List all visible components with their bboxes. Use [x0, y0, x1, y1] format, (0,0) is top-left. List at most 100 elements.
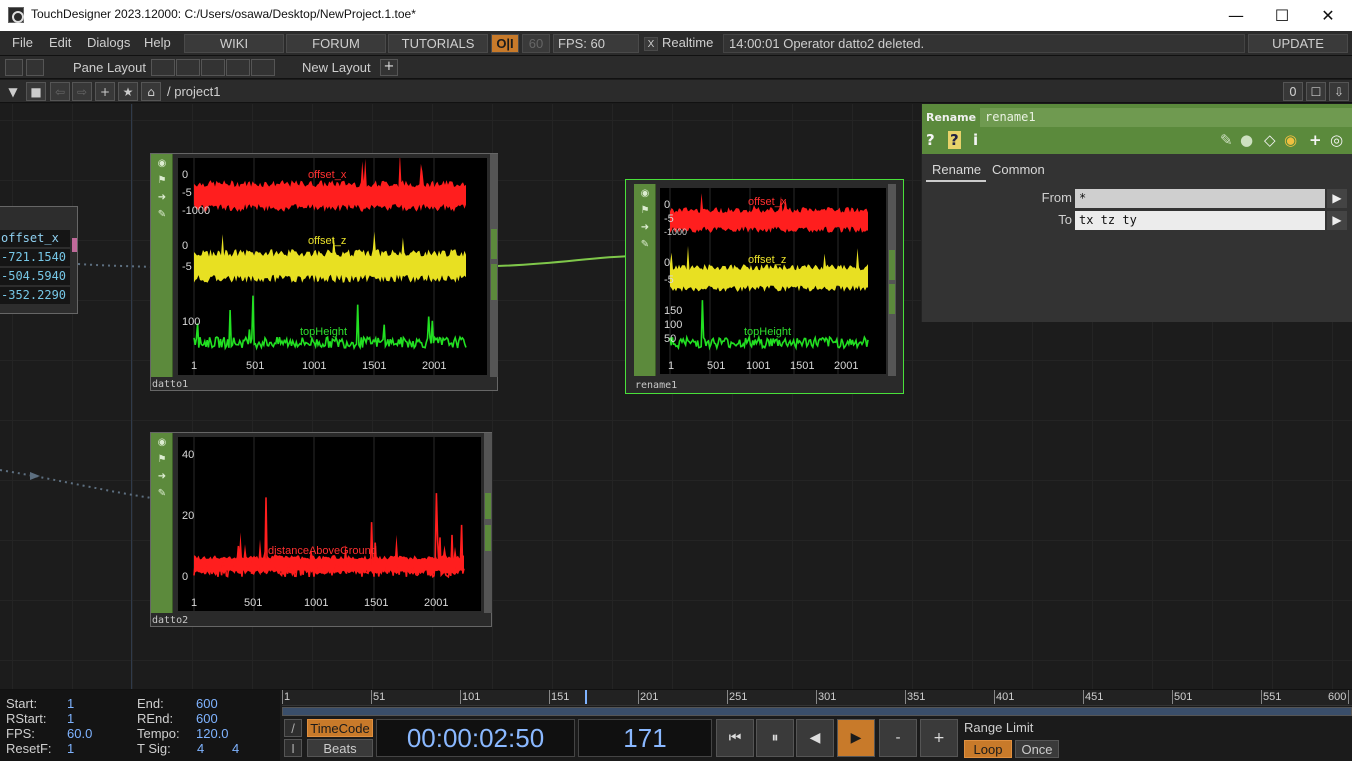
timecode-display[interactable]: 00:00:02:50: [376, 719, 575, 757]
from-field[interactable]: *: [1075, 189, 1325, 208]
viewer-toggle-icon[interactable]: ◉: [156, 158, 168, 170]
update-button[interactable]: UPDATE: [1248, 34, 1348, 53]
fps-value[interactable]: 60.0: [67, 726, 92, 741]
info-icon[interactable]: i: [973, 131, 978, 149]
perform-toggle-button[interactable]: O|I: [491, 34, 519, 53]
tempo-value[interactable]: 120.0: [196, 726, 229, 741]
pipe-button[interactable]: I: [284, 739, 302, 757]
pause-icon[interactable]: ⏸: [756, 719, 794, 757]
wiki-button[interactable]: WIKI: [184, 34, 284, 53]
end-value[interactable]: 600: [196, 696, 218, 711]
viewer-toggle-icon[interactable]: ◉: [639, 188, 651, 200]
tag-icon[interactable]: ◇: [1264, 131, 1276, 149]
from-menu-arrow-icon[interactable]: ▶: [1327, 189, 1347, 208]
slash-button[interactable]: /: [284, 719, 302, 737]
pane-type-icon[interactable]: [5, 59, 23, 76]
node-name[interactable]: datto1: [152, 379, 188, 390]
output-connector[interactable]: [889, 250, 895, 280]
bookmark-star-icon[interactable]: ★: [118, 82, 138, 101]
output-connector[interactable]: [491, 264, 497, 300]
node-rename1[interactable]: ◉ ⚑ ➜ ✎ offset_x offset_z topHeight 0 -5…: [625, 179, 904, 394]
target-icon[interactable]: ◎: [1330, 131, 1343, 149]
add-param-icon[interactable]: +: [1309, 131, 1322, 149]
fps-cap-box[interactable]: 60: [522, 34, 550, 53]
tab-common[interactable]: Common: [992, 162, 1045, 177]
menu-help[interactable]: Help: [144, 35, 171, 50]
lock-icon[interactable]: ✎: [639, 239, 651, 251]
output-connector[interactable]: [72, 238, 77, 252]
layout-three-icon[interactable]: [226, 59, 250, 76]
node-name[interactable]: datto2: [152, 615, 188, 626]
step-minus-button[interactable]: -: [879, 719, 917, 757]
realtime-checkbox[interactable]: X: [644, 37, 658, 51]
back-icon[interactable]: ⇦: [50, 82, 70, 101]
menu-file[interactable]: File: [12, 35, 33, 50]
layout-split-h-icon[interactable]: [201, 59, 225, 76]
tutorials-button[interactable]: TUTORIALS: [388, 34, 488, 53]
menu-dialogs[interactable]: Dialogs: [87, 35, 130, 50]
viewer-toggle-icon[interactable]: ◉: [156, 437, 168, 449]
download-icon[interactable]: ⇩: [1329, 82, 1349, 101]
tsig-denominator[interactable]: 4: [232, 741, 239, 756]
add-layout-button[interactable]: +: [380, 59, 398, 76]
node-datto2[interactable]: ◉ ⚑ ➜ ✎ distanceAboveGround 40 20 0 1 50…: [150, 432, 492, 627]
output-connector[interactable]: [485, 525, 491, 551]
output-connector[interactable]: [491, 229, 497, 259]
home-icon[interactable]: ⌂: [141, 82, 161, 101]
maximize-button[interactable]: ☐: [1259, 0, 1305, 31]
resetf-value[interactable]: 1: [67, 741, 74, 756]
menu-edit[interactable]: Edit: [49, 35, 71, 50]
rstart-value[interactable]: 1: [67, 711, 74, 726]
lock-icon[interactable]: ✎: [156, 488, 168, 500]
timecode-button[interactable]: TimeCode: [307, 719, 373, 737]
python-icon[interactable]: ◉: [1284, 131, 1297, 149]
forward-icon[interactable]: ⇨: [72, 82, 92, 101]
flag-icon[interactable]: ⚑: [156, 454, 168, 466]
node-name[interactable]: rename1: [635, 380, 677, 391]
tsig-numerator[interactable]: 4: [197, 741, 204, 756]
step-back-icon[interactable]: ◀: [796, 719, 834, 757]
time-ruler[interactable]: 1 51 101 151 201 251 301 351 401 451 501 551 600: [282, 690, 1352, 706]
export-arrow-icon[interactable]: ➜: [639, 222, 651, 234]
operator-name-field[interactable]: rename1: [980, 108, 1352, 127]
lock-icon[interactable]: ✎: [156, 209, 168, 221]
flag-icon[interactable]: ⚑: [156, 175, 168, 187]
comment-icon[interactable]: ●: [1240, 131, 1253, 149]
maximize-pane-icon[interactable]: ☐: [1306, 82, 1326, 101]
playhead-marker[interactable]: [585, 690, 587, 704]
export-arrow-icon[interactable]: ➜: [156, 471, 168, 483]
anchor-icon[interactable]: [26, 59, 44, 76]
minimize-button[interactable]: —: [1213, 0, 1259, 31]
network-editor[interactable]: offset_x -721.1540 -504.5940 -352.2290 ◉…: [0, 104, 1352, 689]
pane-menu-icon[interactable]: ▼: [3, 82, 23, 101]
start-value[interactable]: 1: [67, 696, 74, 711]
flag-icon[interactable]: ⚑: [639, 205, 651, 217]
rewind-icon[interactable]: ⏮: [716, 719, 754, 757]
rend-value[interactable]: 600: [196, 711, 218, 726]
export-arrow-icon[interactable]: ➜: [156, 192, 168, 204]
output-connector[interactable]: [889, 284, 895, 314]
time-scrubber[interactable]: [282, 707, 1352, 716]
once-button[interactable]: Once: [1015, 740, 1059, 758]
play-icon[interactable]: ▶: [837, 719, 875, 757]
help-icon[interactable]: ?: [926, 131, 935, 149]
output-connector[interactable]: [485, 493, 491, 519]
edit-pencil-icon[interactable]: ✎: [1220, 131, 1233, 149]
stop-icon[interactable]: ■: [26, 82, 46, 101]
frame-display[interactable]: 171: [578, 719, 712, 757]
layout-single-icon[interactable]: [151, 59, 175, 76]
add-operator-icon[interactable]: +: [95, 82, 115, 101]
layout-split-v-icon[interactable]: [176, 59, 200, 76]
close-button[interactable]: ✕: [1305, 0, 1351, 31]
step-plus-button[interactable]: +: [920, 719, 958, 757]
forum-button[interactable]: FORUM: [286, 34, 386, 53]
node-datto1[interactable]: ◉ ⚑ ➜ ✎ offset_x offset_z topHeight 0 -5…: [150, 153, 498, 391]
beats-button[interactable]: Beats: [307, 739, 373, 757]
tab-rename[interactable]: Rename: [932, 162, 981, 177]
to-menu-arrow-icon[interactable]: ▶: [1327, 211, 1347, 230]
layout-quad-icon[interactable]: [251, 59, 275, 76]
to-field[interactable]: tx tz ty: [1075, 211, 1325, 230]
network-path[interactable]: / project1: [167, 84, 220, 99]
table-node-partial[interactable]: offset_x -721.1540 -504.5940 -352.2290: [0, 206, 78, 314]
python-help-icon[interactable]: ?: [948, 131, 961, 149]
